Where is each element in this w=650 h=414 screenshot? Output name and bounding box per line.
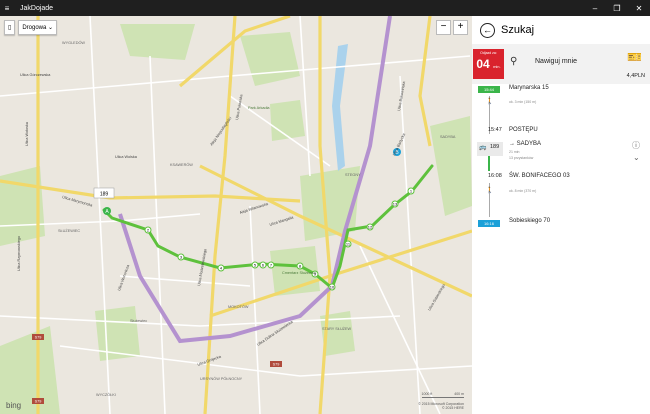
chevron-down-icon: ⌄ xyxy=(48,25,54,31)
stops-count: 13 przystanków xyxy=(509,156,534,160)
svg-text:KSAWERÓW: KSAWERÓW xyxy=(170,162,193,167)
map-view[interactable]: 2 3 4 5 6 7 8 9 10 11 12 13 1 A B 189 S7… xyxy=(0,16,472,414)
navigate-me-button[interactable]: Nawiguj mnie xyxy=(535,58,577,65)
svg-text:Ulica Rzymowskiego: Ulica Rzymowskiego xyxy=(17,236,21,271)
svg-text:10: 10 xyxy=(330,285,335,290)
departure-countdown: Odjazd za: 04 min. xyxy=(473,49,504,79)
svg-text:13: 13 xyxy=(393,202,398,207)
minimize-button[interactable]: – xyxy=(584,4,606,13)
svg-text:Służewiec: Służewiec xyxy=(130,319,147,323)
boarding-stop: POSTĘPU xyxy=(509,127,538,133)
road-badge: S79 xyxy=(32,398,44,404)
road-badge: S79 xyxy=(32,334,44,340)
stop-time: 15:47 xyxy=(488,127,502,133)
route-stop-marker: 4 xyxy=(217,264,225,272)
title-bar: ≡ JakDojade – ❐ ✕ xyxy=(0,0,650,16)
map-canvas[interactable]: 2 3 4 5 6 7 8 9 10 11 12 13 1 A B 189 S7… xyxy=(0,16,472,414)
road-badge: S79 xyxy=(270,361,282,367)
svg-text:S79: S79 xyxy=(35,400,42,404)
svg-text:WYGLEDÓW: WYGLEDÓW xyxy=(62,40,85,45)
map-style-select[interactable]: Drogowa ⌄ xyxy=(18,20,58,35)
svg-text:12: 12 xyxy=(368,225,373,230)
close-button[interactable]: ✕ xyxy=(628,4,650,13)
walk-icon: 🚶 xyxy=(486,99,494,105)
route-stop-marker: 10 xyxy=(328,283,336,291)
ride-line xyxy=(488,156,490,171)
route-stop-marker: 2 xyxy=(144,226,152,234)
zoom-out-button[interactable]: − xyxy=(436,20,451,35)
svg-text:MOKOTÓW: MOKOTÓW xyxy=(228,304,249,309)
info-icon[interactable]: ⓘ xyxy=(632,140,640,151)
route-stop-marker: 1 xyxy=(407,187,415,195)
svg-text:S79: S79 xyxy=(273,363,280,367)
walk-info: ok. 8 min (370 m) xyxy=(509,189,537,193)
end-time-badge: 16:16 xyxy=(478,220,500,227)
svg-text:WYCZÓŁKI: WYCZÓŁKI xyxy=(96,392,116,397)
route-stop-marker: 12 xyxy=(366,223,374,231)
map-layers-button[interactable]: ▯ xyxy=(4,20,16,35)
route-stop-marker: 7 xyxy=(267,261,275,269)
svg-text:STEGNY: STEGNY xyxy=(345,173,361,177)
location-pin-icon: ⚲ xyxy=(510,56,518,67)
bus-line-number: 189 xyxy=(490,144,500,150)
start-address: Marynarska 15 xyxy=(509,85,549,91)
maximize-button[interactable]: ❐ xyxy=(606,4,628,13)
layers-icon: ▯ xyxy=(8,25,12,31)
ticket-icon[interactable]: 🎫 xyxy=(627,50,642,64)
svg-text:Park Arkadia: Park Arkadia xyxy=(248,106,270,110)
route-stop-marker: 5 xyxy=(251,261,259,269)
window-title: JakDojade xyxy=(20,4,54,12)
svg-text:189: 189 xyxy=(100,192,109,198)
bing-logo: bing xyxy=(6,401,22,410)
hamburger-menu-icon[interactable]: ≡ xyxy=(0,4,14,13)
start-time-badge: 15:44 xyxy=(478,86,500,93)
walk-info: ok. 3 min (150 m) xyxy=(509,100,537,104)
map-copyright: © 2015 Microsoft Corporation © 2015 HERE xyxy=(418,402,464,410)
end-address: Sobieskiego 70 xyxy=(509,218,551,224)
ride-duration: 21 min xyxy=(509,150,520,154)
back-button[interactable]: ← xyxy=(480,22,495,38)
bus-direction: → SADYBA xyxy=(509,141,542,147)
panel-title: Szukaj xyxy=(501,24,535,36)
map-scale: 1000 ft 400 m xyxy=(421,392,464,398)
route-stop-marker: 8 xyxy=(296,262,304,270)
svg-text:S79: S79 xyxy=(35,336,42,340)
route-stop-marker: 11 xyxy=(344,240,352,248)
route-stop-marker: 6 xyxy=(259,261,267,269)
svg-text:Cmentarz Służewski: Cmentarz Służewski xyxy=(282,271,317,275)
expand-chevron-icon[interactable]: ⌄ xyxy=(633,153,640,162)
svg-text:Ulica Wołoska: Ulica Wołoska xyxy=(25,121,29,146)
svg-text:Ulica Wolska: Ulica Wolska xyxy=(115,155,138,159)
walk-icon: 🚶 xyxy=(486,188,494,194)
navigation-row: Odjazd za: 04 min. ⚲ Nawiguj mnie 🎫 4,4P… xyxy=(472,44,650,84)
stop-time: 16:08 xyxy=(488,173,502,179)
svg-text:URSYNÓW PÓŁNOCNY: URSYNÓW PÓŁNOCNY xyxy=(200,376,243,381)
route-stop-marker: 3 xyxy=(177,253,185,261)
svg-text:SŁUŻEWIEC: SŁUŻEWIEC xyxy=(58,228,80,233)
start-marker: A xyxy=(103,207,111,215)
ticket-price: 4,4PLN xyxy=(626,73,645,79)
alighting-stop: ŚW. BONIFACEGO 03 xyxy=(509,173,570,179)
park-area xyxy=(120,24,195,60)
svg-text:STARY SŁUŻEW: STARY SŁUŻEW xyxy=(322,326,352,331)
svg-text:SADYBA: SADYBA xyxy=(440,135,456,139)
bus-line-label: 189 xyxy=(93,187,115,199)
route-panel: ← Szukaj Odjazd za: 04 min. ⚲ Nawiguj mn… xyxy=(472,16,650,414)
zoom-in-button[interactable]: + xyxy=(453,20,468,35)
bus-icon: 🚌 xyxy=(479,145,487,151)
route-stop-marker: 13 xyxy=(391,200,399,208)
park-area xyxy=(270,100,305,141)
svg-text:Ulica Górczewska: Ulica Górczewska xyxy=(20,73,51,77)
